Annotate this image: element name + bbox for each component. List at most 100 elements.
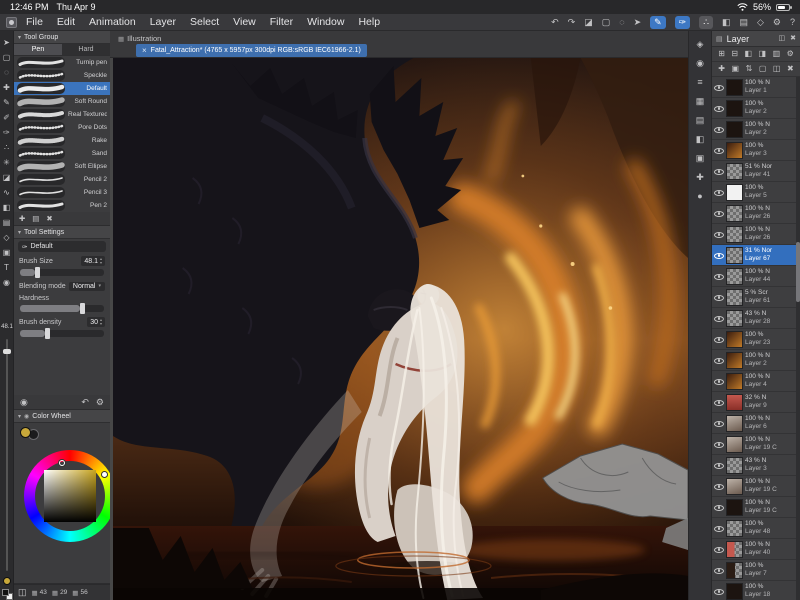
menu-item-animation[interactable]: Animation — [89, 16, 136, 28]
brush-speckle[interactable]: Speckle — [14, 69, 110, 82]
layer-row-15[interactable]: 100 % N Layer 4 — [712, 371, 796, 392]
workspace-tab[interactable]: ▦ Illustration — [118, 34, 161, 43]
close-panel-icon[interactable]: ✖ — [790, 35, 796, 42]
menu-item-filter[interactable]: Filter — [270, 16, 293, 28]
frame-tool-icon[interactable]: ▣ — [3, 245, 11, 260]
layer-row-3[interactable]: 100 % N Layer 2 — [712, 119, 796, 140]
merge-down-icon[interactable]: ▢ — [759, 65, 767, 73]
transfer-down-icon[interactable]: ⇅ — [746, 65, 753, 73]
pencil-tool-icon[interactable]: ✐ — [3, 110, 10, 125]
layer-mask-icon[interactable]: ◫ — [773, 65, 781, 73]
spinner-arrows-icon[interactable] — [100, 318, 102, 325]
brush-real-textured[interactable]: Real Textured — [14, 108, 110, 121]
blend-mode-icon[interactable]: ⊞ — [718, 50, 725, 58]
visibility-eye-icon[interactable] — [714, 292, 724, 302]
color-set-icon[interactable]: ▦ — [696, 97, 705, 106]
history-icon[interactable]: ● — [697, 192, 702, 201]
collapse-icon[interactable]: ▾ — [18, 229, 21, 236]
object-icon[interactable]: ➤ — [634, 18, 642, 27]
color-slider-icon[interactable]: ≡ — [697, 78, 702, 87]
visibility-eye-icon[interactable] — [714, 124, 724, 134]
brush-tool-active-icon[interactable]: ✑ — [674, 16, 691, 29]
layer-row-2[interactable]: 100 % Layer 2 — [712, 98, 796, 119]
layer-row-19[interactable]: 43 % N Layer 3 — [712, 455, 796, 476]
layer-row-10[interactable]: 100 % N Layer 44 — [712, 266, 796, 287]
menu-item-select[interactable]: Select — [190, 16, 219, 28]
airbrush-pressed-icon[interactable]: ∴ — [699, 16, 713, 29]
hue-marker[interactable] — [102, 472, 107, 477]
menu-item-layer[interactable]: Layer — [150, 16, 176, 28]
collapse-icon[interactable]: ▾ — [18, 413, 21, 420]
layer-row-9[interactable]: 31 % Nor Layer 67 — [712, 245, 796, 266]
brush-pore-dots[interactable]: Pore Dots — [14, 121, 110, 134]
layer-row-24[interactable]: 100 % Layer 7 — [712, 560, 796, 581]
brush-size-knob[interactable] — [35, 267, 41, 278]
visibility-eye-icon[interactable] — [714, 187, 724, 197]
tool-group-header[interactable]: ▾ Tool Group — [14, 31, 110, 44]
tool-settings-header[interactable]: ▾ Tool Settings — [14, 226, 110, 239]
decoration-tool-icon[interactable]: ✳ — [3, 155, 10, 170]
pen-tool-active-icon[interactable]: ✎ — [650, 16, 666, 29]
layer-row-25[interactable]: 100 % Layer 18 — [712, 581, 796, 600]
layer-row-17[interactable]: 100 % N Layer 6 — [712, 413, 796, 434]
new-layer-icon[interactable]: ✚ — [718, 65, 725, 73]
reset-settings-icon[interactable]: ↶ — [81, 397, 89, 407]
lock-alpha-icon[interactable]: ◧ — [745, 50, 753, 58]
menu-item-window[interactable]: Window — [307, 16, 344, 28]
spinner-arrows-icon[interactable] — [100, 257, 102, 264]
blending-mode-dropdown[interactable]: Normal — [68, 281, 105, 291]
visibility-eye-icon[interactable] — [714, 481, 724, 491]
layers-scrollbar-thumb[interactable] — [796, 242, 800, 302]
layer-row-4[interactable]: 100 % Layer 3 — [712, 140, 796, 161]
foreground-color-swatch[interactable] — [2, 589, 9, 596]
new-folder-icon[interactable]: ▣ — [732, 65, 740, 73]
fill-icon[interactable]: ◧ — [722, 18, 731, 27]
saturation-value-square[interactable] — [44, 470, 96, 522]
brush-pencil-2[interactable]: Pencil 2 — [14, 173, 110, 186]
hardness-knob[interactable] — [80, 303, 86, 314]
subtool-icon[interactable]: ✚ — [696, 173, 704, 182]
sv-marker[interactable] — [59, 460, 65, 466]
brush-pencil-3[interactable]: Pencil 3 — [14, 186, 110, 199]
visibility-eye-icon[interactable] — [714, 271, 724, 281]
visibility-eye-icon[interactable] — [714, 565, 724, 575]
layer-row-6[interactable]: 100 % Layer 5 — [712, 182, 796, 203]
menu-item-view[interactable]: View — [233, 16, 256, 28]
ruler-icon[interactable]: ▥ — [773, 50, 781, 58]
visibility-eye-icon[interactable] — [714, 376, 724, 386]
collapse-icon[interactable]: ▾ — [18, 34, 21, 41]
menu-item-file[interactable]: File — [26, 16, 43, 28]
eraser-toggle-icon[interactable]: ◪ — [584, 18, 593, 27]
material-icon[interactable]: ◧ — [696, 135, 705, 144]
lasso-icon[interactable]: ◌ — [619, 18, 624, 27]
redo-icon[interactable]: ↷ — [568, 18, 576, 27]
visibility-eye-icon[interactable] — [714, 586, 724, 596]
stroke-preview-icon[interactable]: ◉ — [20, 397, 28, 407]
hue-ring[interactable] — [24, 450, 116, 542]
visibility-eye-icon[interactable] — [714, 229, 724, 239]
visibility-eye-icon[interactable] — [714, 460, 724, 470]
brush-default[interactable]: Default — [14, 82, 110, 95]
eyedropper-tool-icon[interactable]: ◉ — [3, 275, 10, 290]
layer-row-14[interactable]: 100 % N Layer 2 — [712, 350, 796, 371]
layer-row-5[interactable]: 51 % Nor Layer 41 — [712, 161, 796, 182]
airbrush-tool-icon[interactable]: ∴ — [4, 140, 9, 155]
move-tool-icon[interactable]: ➤ — [3, 35, 10, 50]
brush-rake[interactable]: Rake — [14, 134, 110, 147]
brush-menu-icon[interactable]: ▤ — [32, 215, 39, 223]
delete-brush-icon[interactable]: ✖ — [46, 215, 52, 223]
brush-turnip-pen[interactable]: Turnip pen — [14, 56, 110, 69]
tool-tab-pen[interactable]: Pen — [14, 44, 62, 55]
collapse-panel-icon[interactable]: ◫ — [779, 35, 786, 42]
layer-row-16[interactable]: 32 % N Layer 9 — [712, 392, 796, 413]
brush-size-value-box[interactable]: 48.1 — [81, 256, 105, 266]
visibility-eye-icon[interactable] — [714, 103, 724, 113]
marquee-icon[interactable]: ▢ — [602, 18, 611, 27]
visibility-eye-icon[interactable] — [714, 145, 724, 155]
visibility-eye-icon[interactable] — [714, 250, 724, 260]
layer-row-20[interactable]: 100 % N Layer 19 C — [712, 476, 796, 497]
visibility-eye-icon[interactable] — [714, 544, 724, 554]
settings-wrench-icon[interactable]: ⚙ — [96, 397, 104, 407]
color-wheel-header[interactable]: ▾ ◉ Color Wheel — [14, 410, 110, 423]
fill-tool-icon[interactable]: ◧ — [3, 200, 11, 215]
